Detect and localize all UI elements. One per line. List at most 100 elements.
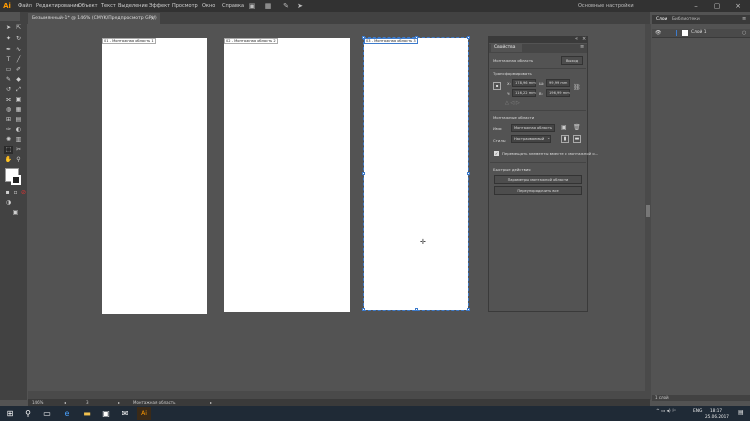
collapse-icon[interactable]: «: [575, 36, 578, 42]
chevron-down-icon[interactable]: ⌄: [547, 135, 550, 140]
rotate-tool-icon[interactable]: ↺: [4, 86, 13, 94]
preset-dropdown[interactable]: Настраиваемый: [511, 135, 551, 143]
rotate-icon[interactable]: △ ◁ ▷: [505, 100, 520, 106]
zoom-tool-icon[interactable]: ⚲: [14, 156, 23, 164]
stroke-color-swatch[interactable]: [11, 175, 21, 185]
resize-handle[interactable]: [467, 36, 470, 39]
bridge-icon[interactable]: ▣: [248, 2, 256, 10]
menu-select[interactable]: Выделение: [118, 2, 148, 10]
exit-button[interactable]: Выход: [561, 56, 583, 65]
screen-mode-icon[interactable]: ▣: [11, 209, 20, 217]
reference-point-icon[interactable]: ▪: [493, 82, 501, 90]
zoom-level[interactable]: 146%: [32, 399, 43, 406]
clock-time[interactable]: 18:17: [710, 408, 722, 413]
menu-view[interactable]: Просмотр: [172, 2, 198, 10]
file-explorer-icon[interactable]: ▬: [80, 407, 94, 420]
edge-browser-icon[interactable]: e: [60, 407, 74, 420]
none-mode-icon[interactable]: ⊘: [19, 189, 28, 197]
panel-menu-icon[interactable]: ≡: [580, 44, 584, 50]
send-icon[interactable]: ➤: [296, 2, 304, 10]
line-tool-icon[interactable]: ╱: [14, 56, 23, 64]
windows-start-icon[interactable]: ⊞: [3, 407, 17, 420]
next-artboard-icon[interactable]: ▸: [118, 399, 120, 406]
visibility-eye-icon[interactable]: 👁: [655, 30, 661, 36]
notifications-icon[interactable]: ▤: [738, 409, 744, 416]
target-icon[interactable]: ○: [742, 30, 746, 36]
maximize-button[interactable]: ▢: [708, 0, 726, 12]
horizontal-scrollbar[interactable]: [28, 391, 645, 399]
pen-tool-icon[interactable]: ✒: [4, 46, 13, 54]
resize-handle[interactable]: [362, 172, 365, 175]
selection-tool-icon[interactable]: ➤: [4, 24, 13, 32]
search-icon[interactable]: ⚲: [21, 407, 35, 420]
artboard-tool-icon[interactable]: ⬚: [4, 146, 13, 154]
close-panel-icon[interactable]: ×: [582, 36, 586, 42]
resize-handle[interactable]: [467, 308, 470, 311]
prev-artboard-icon[interactable]: ◂: [64, 399, 66, 406]
resize-handle[interactable]: [415, 308, 418, 311]
mesh-tool-icon[interactable]: ⊞: [4, 116, 13, 124]
artboard-3-selected[interactable]: [363, 37, 469, 311]
curvature-tool-icon[interactable]: ∿: [14, 46, 23, 54]
store-icon[interactable]: ▣: [99, 407, 113, 420]
symbol-sprayer-icon[interactable]: ✺: [4, 136, 13, 144]
move-with-artboard-checkbox[interactable]: ✓: [494, 151, 499, 156]
gradient-tool-icon[interactable]: ▤: [14, 116, 23, 124]
rearrange-all-button[interactable]: Переупорядочить все: [494, 186, 582, 195]
paintbrush-tool-icon[interactable]: ✐: [14, 66, 23, 74]
minimize-button[interactable]: –: [687, 0, 705, 12]
layer-name[interactable]: Слой 1: [691, 30, 707, 35]
artboard-options-button[interactable]: Параметры монтажной области: [494, 175, 582, 184]
input-language[interactable]: ENG: [693, 409, 702, 414]
resize-handle[interactable]: [467, 172, 470, 175]
brush-icon[interactable]: ✎: [282, 2, 290, 10]
menu-help[interactable]: Справка: [222, 2, 244, 10]
menu-window[interactable]: Окно: [202, 2, 215, 10]
rectangle-tool-icon[interactable]: ▭: [4, 66, 13, 74]
menu-edit[interactable]: Редактирование: [36, 2, 80, 10]
artboard-1[interactable]: [102, 38, 207, 314]
blend-tool-icon[interactable]: ◐: [14, 126, 23, 134]
scale-tool-icon[interactable]: ⤢: [14, 86, 23, 94]
eraser-tool-icon[interactable]: ◆: [14, 76, 23, 84]
width-tool-icon[interactable]: ⟗: [4, 96, 13, 104]
new-artboard-icon[interactable]: ▣: [561, 124, 567, 131]
workspace-switcher[interactable]: Основные настройки: [578, 3, 634, 9]
properties-panel-header[interactable]: [488, 36, 588, 43]
lasso-icon[interactable]: ↻: [14, 35, 23, 43]
type-tool-icon[interactable]: T: [4, 56, 13, 64]
menu-text[interactable]: Текст: [101, 2, 116, 10]
eyedropper-icon[interactable]: ✑: [4, 126, 13, 134]
free-transform-icon[interactable]: ▣: [14, 96, 23, 104]
artboard-2[interactable]: [224, 38, 350, 312]
panel-menu-icon[interactable]: ≡: [742, 16, 746, 22]
tab-layers[interactable]: Слои: [656, 16, 667, 24]
close-window-button[interactable]: ×: [729, 0, 747, 12]
slice-tool-icon[interactable]: ✂: [14, 146, 23, 154]
x-field[interactable]: 178,96 mm: [512, 79, 536, 87]
vertical-scroll-thumb[interactable]: [646, 205, 650, 217]
tab-libraries[interactable]: Библиотеки: [672, 16, 700, 24]
menu-effect[interactable]: Эффект: [149, 2, 170, 10]
status-text[interactable]: Монтажная область: [133, 399, 175, 406]
y-field[interactable]: 116,22 mm: [512, 89, 536, 97]
shaper-tool-icon[interactable]: ✎: [4, 76, 13, 84]
task-view-icon[interactable]: ▭: [40, 407, 54, 420]
resize-handle[interactable]: [415, 36, 418, 39]
artboard-label[interactable]: 01 - Монтажная область 1: [102, 38, 156, 44]
tab-properties[interactable]: Свойства: [491, 44, 522, 52]
tray-icons[interactable]: ^ ▭ ◂) ⚐: [656, 409, 676, 414]
artboard-index[interactable]: 3: [86, 399, 89, 406]
artboard-label[interactable]: 02 - Монтажная область 2: [224, 38, 278, 44]
menu-file[interactable]: Файл: [18, 2, 32, 10]
link-proportions-icon[interactable]: ⛓: [573, 84, 581, 91]
menu-object[interactable]: Объект: [78, 2, 98, 10]
landscape-icon[interactable]: ▬: [573, 135, 581, 143]
status-arrow-icon[interactable]: ▸: [210, 399, 212, 406]
draw-mode-icon[interactable]: ◑: [4, 199, 13, 207]
artboard-label[interactable]: 03 - Монтажная область 3: [364, 38, 418, 44]
clock-date[interactable]: 25.06.2017: [705, 414, 729, 419]
direct-selection-tool-icon[interactable]: ⇱: [14, 24, 23, 32]
portrait-icon[interactable]: ▮: [561, 135, 569, 143]
delete-artboard-icon[interactable]: 🗑: [573, 124, 581, 131]
